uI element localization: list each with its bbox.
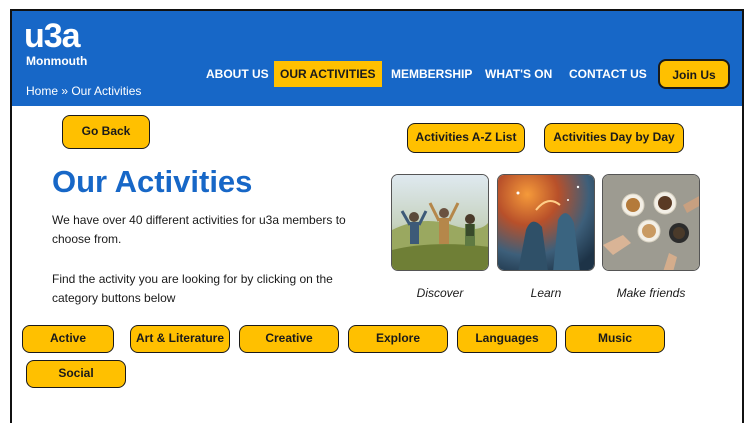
category-social-button[interactable]: Social bbox=[26, 360, 126, 388]
nav-about-us[interactable]: ABOUT US bbox=[206, 61, 269, 87]
learn-caption: Learn bbox=[530, 286, 562, 300]
make-friends-photo bbox=[602, 174, 700, 271]
join-us-button[interactable]: Join Us bbox=[658, 59, 730, 89]
page-frame: u3a Monmouth Home » Our Activities ABOUT… bbox=[10, 9, 744, 423]
activities-day-by-day-button[interactable]: Activities Day by Day bbox=[544, 123, 684, 153]
nav-our-activities[interactable]: OUR ACTIVITIES bbox=[274, 61, 382, 87]
nav-contact-us[interactable]: CONTACT US bbox=[569, 61, 647, 87]
activities-az-list-button[interactable]: Activities A-Z List bbox=[407, 123, 525, 153]
go-back-button[interactable]: Go Back bbox=[62, 115, 150, 149]
breadcrumb[interactable]: Home » Our Activities bbox=[26, 84, 141, 98]
discover-caption: Discover bbox=[416, 286, 464, 300]
intro-text: We have over 40 different activities for… bbox=[52, 213, 346, 246]
site-logo[interactable]: u3a bbox=[24, 19, 81, 53]
category-art-literature-button[interactable]: Art & Literature bbox=[130, 325, 230, 353]
nav-membership[interactable]: MEMBERSHIP bbox=[391, 61, 472, 87]
learn-photo bbox=[497, 174, 595, 271]
category-explore-button[interactable]: Explore bbox=[348, 325, 448, 353]
site-logo-subtitle: Monmouth bbox=[26, 54, 88, 68]
nav-whats-on[interactable]: WHAT'S ON bbox=[485, 61, 552, 87]
instruction-text: Find the activity you are looking for by… bbox=[52, 272, 333, 305]
page-title: Our Activities bbox=[52, 164, 253, 199]
category-creative-button[interactable]: Creative bbox=[239, 325, 339, 353]
category-languages-button[interactable]: Languages bbox=[457, 325, 557, 353]
site-header: u3a Monmouth Home » Our Activities ABOUT… bbox=[12, 11, 742, 106]
category-music-button[interactable]: Music bbox=[565, 325, 665, 353]
discover-photo bbox=[391, 174, 489, 271]
make-friends-caption: Make friends bbox=[616, 286, 686, 300]
category-active-button[interactable]: Active bbox=[22, 325, 114, 353]
